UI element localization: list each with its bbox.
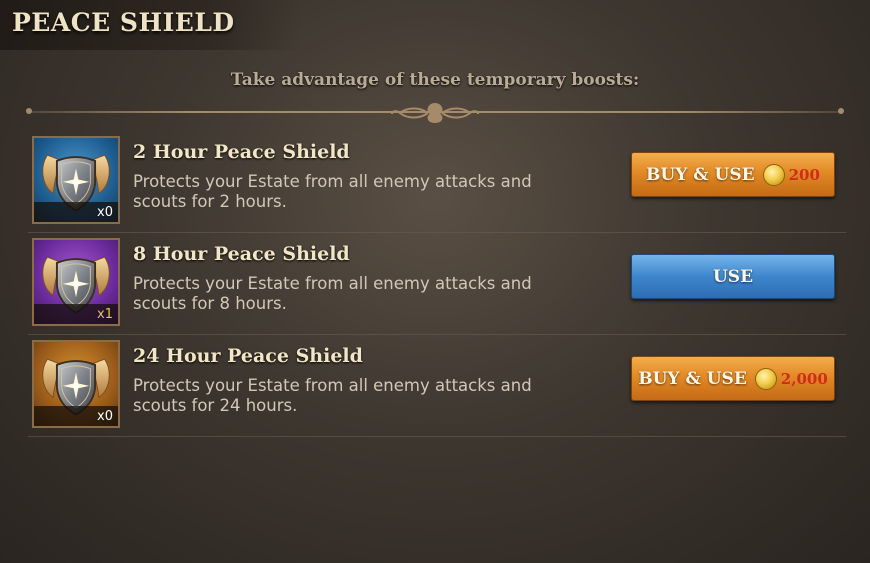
gold-coin-icon bbox=[762, 163, 785, 186]
ornament-icon bbox=[391, 102, 479, 124]
item-name: 24 Hour Peace Shield bbox=[133, 345, 363, 367]
item-description: Protects your Estate from all enemy atta… bbox=[133, 376, 532, 415]
item-name: 2 Hour Peace Shield bbox=[133, 141, 350, 163]
item-description: Protects your Estate from all enemy atta… bbox=[133, 172, 532, 211]
buy-and-use-button[interactable]: BUY & USE 200 bbox=[631, 152, 835, 197]
gold-coin-icon bbox=[754, 367, 777, 390]
button-label: BUY & USE bbox=[638, 368, 747, 389]
item-description: Protects your Estate from all enemy atta… bbox=[133, 274, 532, 313]
price: 2,000 bbox=[780, 369, 828, 388]
item-count: x1 bbox=[97, 307, 113, 322]
buy-and-use-button[interactable]: BUY & USE 2,000 bbox=[631, 356, 835, 401]
button-label: BUY & USE bbox=[646, 164, 755, 185]
item-count: x0 bbox=[97, 205, 113, 220]
use-button[interactable]: USE bbox=[631, 254, 835, 299]
title-bar: PEACE SHIELD bbox=[0, 0, 300, 50]
price: 200 bbox=[788, 165, 820, 184]
divider-end-dot bbox=[838, 108, 844, 114]
page-title: PEACE SHIELD bbox=[12, 8, 235, 37]
item-icon-frame[interactable]: x0 bbox=[32, 340, 120, 428]
item-icon-frame[interactable]: x1 bbox=[32, 238, 120, 326]
subtitle: Take advantage of these temporary boosts… bbox=[230, 70, 640, 90]
item-icon-frame[interactable]: x0 bbox=[32, 136, 120, 224]
list-item: x0 2 Hour Peace Shield Protects your Est… bbox=[28, 132, 846, 233]
button-label: USE bbox=[712, 266, 754, 287]
list-item: x1 8 Hour Peace Shield Protects your Est… bbox=[28, 234, 846, 335]
divider-end-dot bbox=[26, 108, 32, 114]
item-count: x0 bbox=[97, 409, 113, 424]
list-item: x0 24 Hour Peace Shield Protects your Es… bbox=[28, 336, 846, 437]
item-name: 8 Hour Peace Shield bbox=[133, 243, 350, 265]
